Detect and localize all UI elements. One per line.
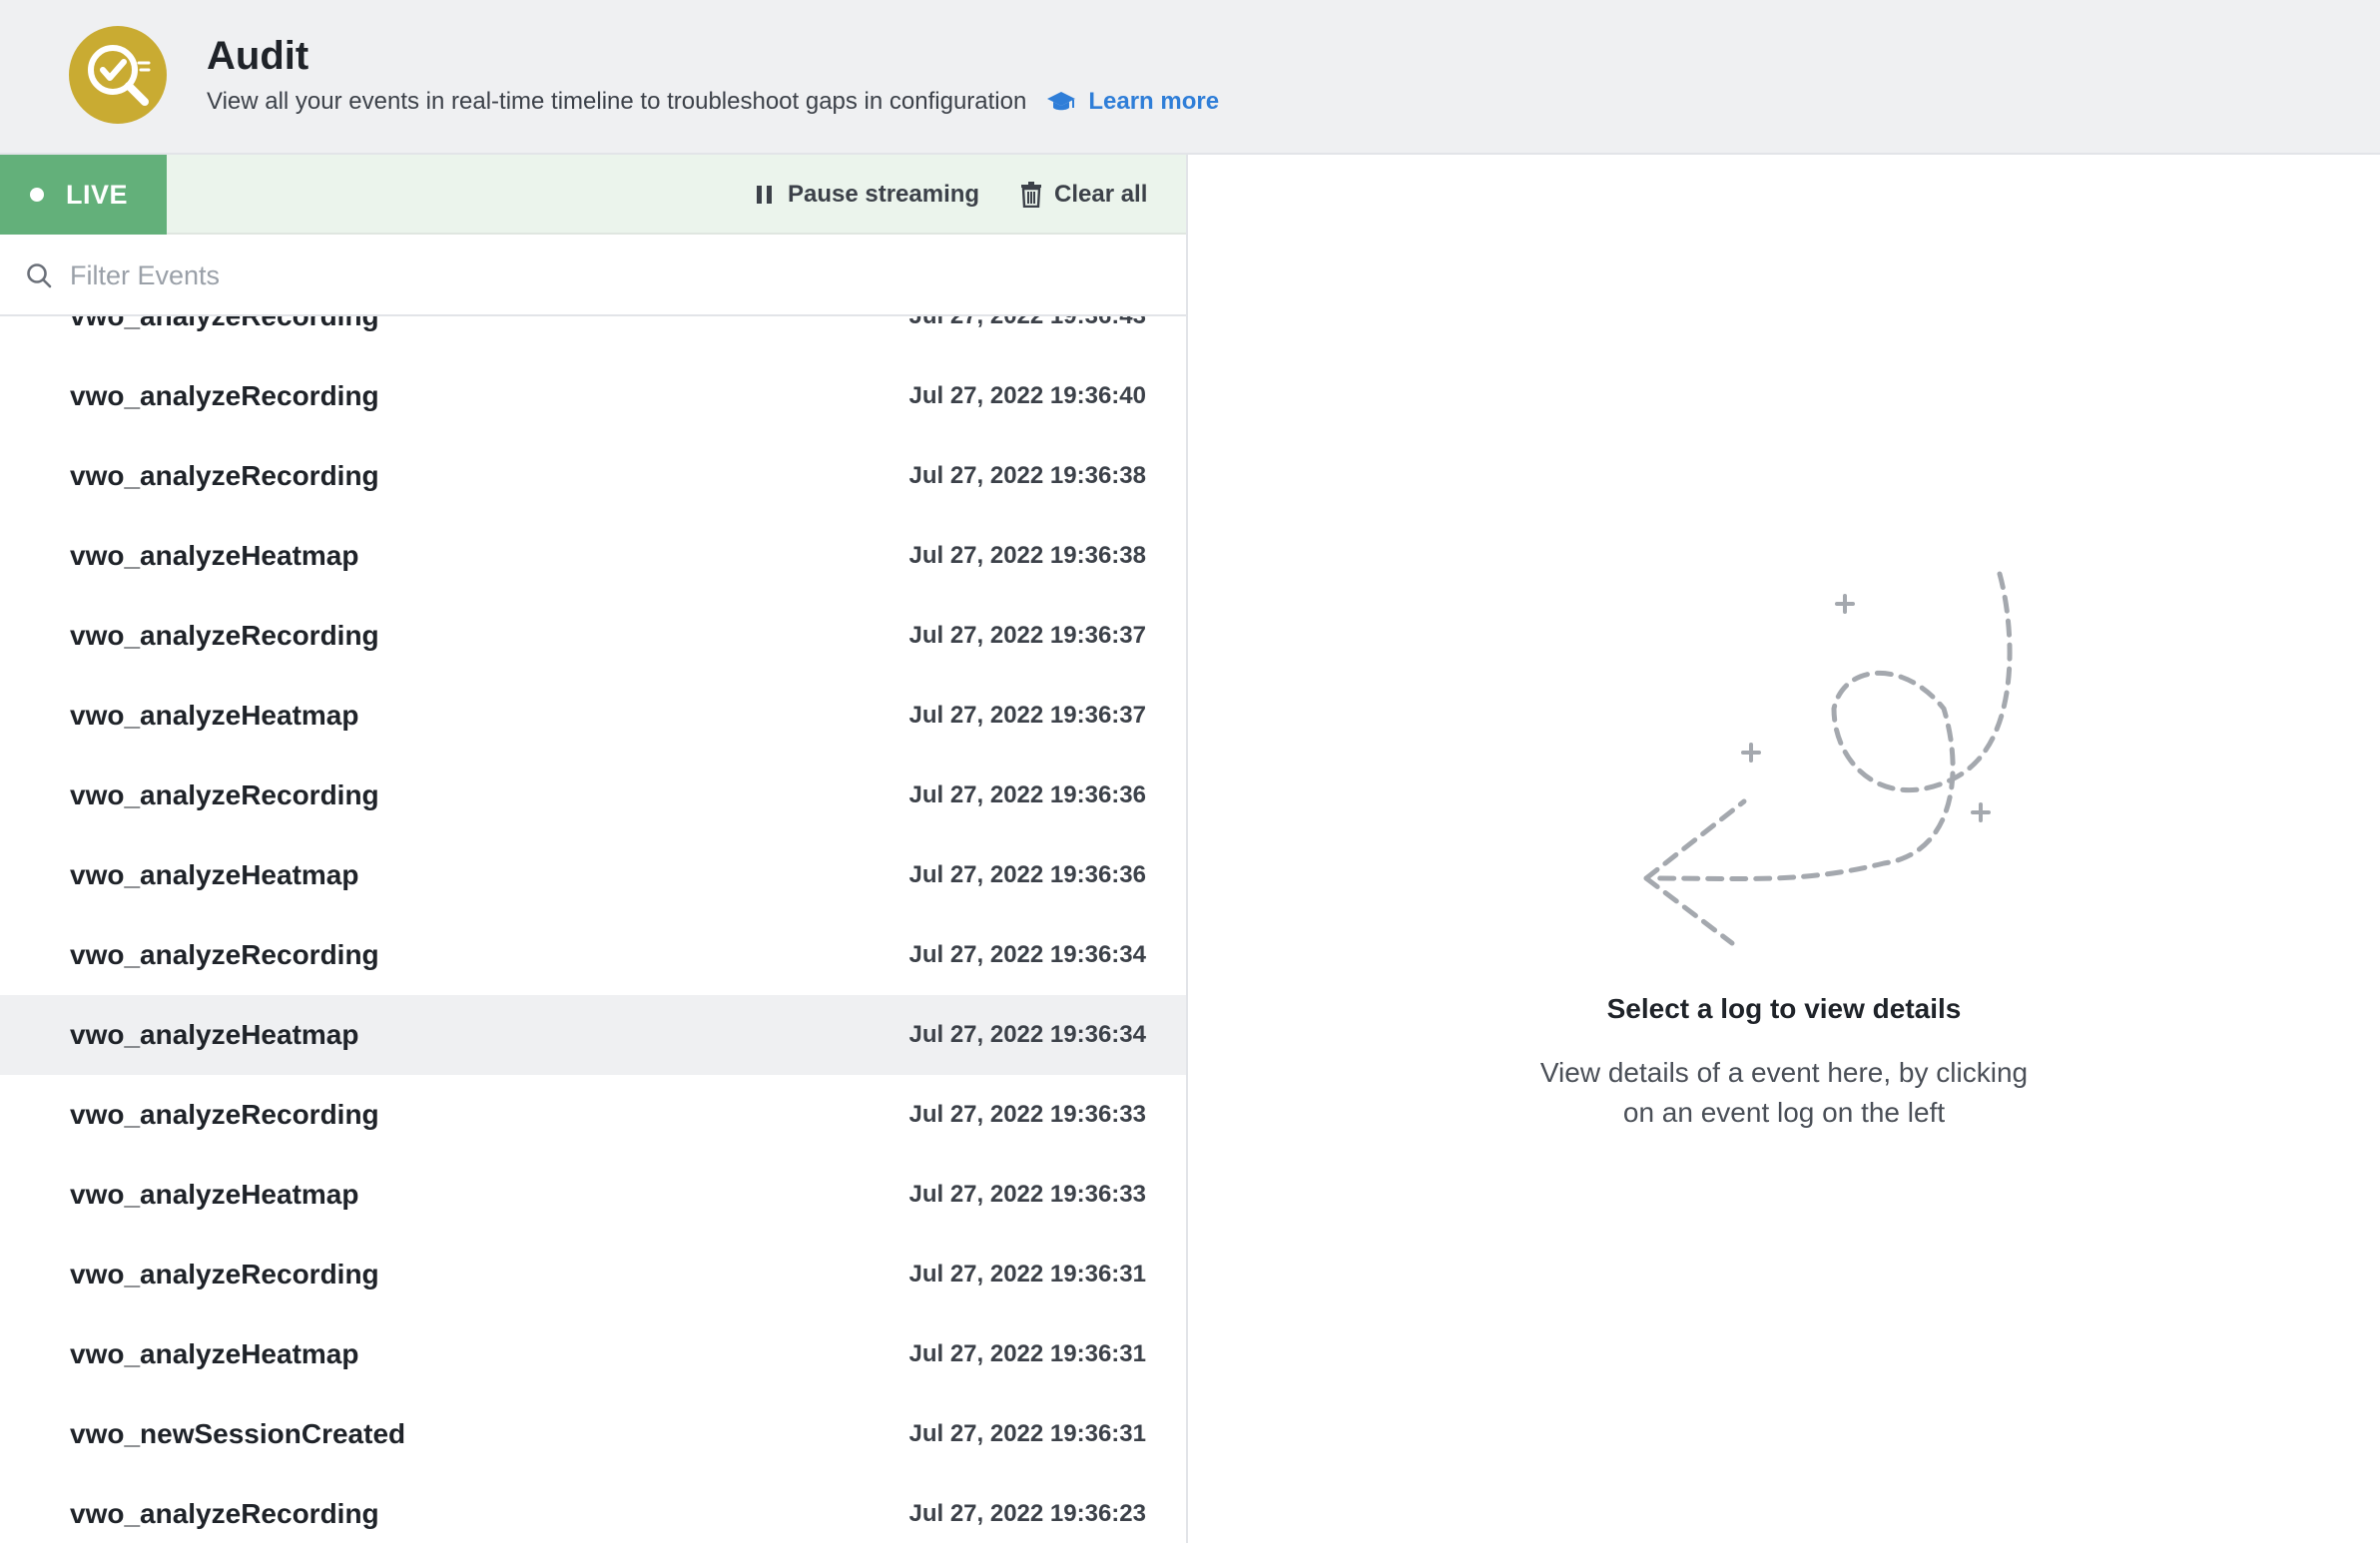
event-timestamp: Jul 27, 2022 19:36:31 [908,1261,1146,1287]
event-timestamp: Jul 27, 2022 19:36:43 [908,316,1146,330]
event-name: vwo_analyzeHeatmap [70,540,359,571]
event-name: vwo_analyzeRecording [70,460,379,491]
learn-more-link[interactable]: Learn more [1046,88,1219,116]
event-timestamp: Jul 27, 2022 19:36:40 [908,382,1146,409]
event-name: vwo_analyzeRecording [70,1099,379,1130]
event-row[interactable]: vwo_analyzeRecording Jul 27, 2022 19:36:3… [0,915,1186,995]
event-row[interactable]: vwo_analyzeHeatmap Jul 27, 2022 19:36:31 [0,1314,1186,1394]
event-timestamp: Jul 27, 2022 19:36:31 [908,1340,1146,1367]
event-list: vwo_analyzeRecording Jul 27, 2022 19:36:4… [0,316,1186,1543]
pause-icon [757,186,772,204]
event-name: vwo_analyzeRecording [70,620,379,651]
event-timestamp: Jul 27, 2022 19:36:34 [908,1021,1146,1048]
event-row[interactable]: vwo_analyzeRecording Jul 27, 2022 19:36:3… [0,1075,1186,1155]
pause-streaming-button[interactable]: Pause streaming [754,155,979,235]
event-row[interactable]: vwo_analyzeRecording Jul 27, 2022 19:36:4… [0,316,1186,356]
event-name: vwo_analyzeRecording [70,316,379,332]
event-row[interactable]: vwo_analyzeHeatmap Jul 27, 2022 19:36:37 [0,676,1186,756]
event-row[interactable]: vwo_newSessionCreated Jul 27, 2022 19:36:… [0,1394,1186,1474]
audit-logo-icon [69,26,167,124]
page-title: Audit [207,34,309,78]
event-name: vwo_analyzeHeatmap [70,1019,359,1050]
live-label: LIVE [66,179,129,210]
event-timestamp: Jul 27, 2022 19:36:37 [908,702,1146,729]
event-timestamp: Jul 27, 2022 19:36:33 [908,1181,1146,1208]
event-name: vwo_analyzeHeatmap [70,1179,359,1210]
event-row[interactable]: vwo_analyzeHeatmap Jul 27, 2022 19:36:38 [0,516,1186,596]
event-row[interactable]: vwo_analyzeRecording Jul 27, 2022 19:36:4… [0,356,1186,436]
event-row[interactable]: vwo_analyzeRecording Jul 27, 2022 19:36:3… [0,436,1186,516]
page-subtitle: View all your events in real-time timeli… [207,88,1027,115]
event-row[interactable]: vwo_analyzeHeatmap Jul 27, 2022 19:36:34 [0,995,1186,1075]
dashed-arrow-illustration-icon [1643,571,2013,946]
filter-events-input[interactable] [70,253,1148,298]
event-timestamp: Jul 27, 2022 19:36:38 [908,462,1146,489]
event-name: vwo_analyzeRecording [70,779,379,810]
graduation-cap-icon [1047,92,1076,111]
event-timestamp: Jul 27, 2022 19:36:33 [908,1101,1146,1128]
event-name: vwo_newSessionCreated [70,1418,406,1449]
event-row[interactable]: vwo_analyzeRecording Jul 27, 2022 19:36:3… [0,1235,1186,1314]
details-panel: Select a log to view details View detail… [1188,155,2380,1543]
event-log-panel: LIVE Pause streaming Clear all Filter Ev… [0,155,1188,1543]
page-header: Audit View all your events in real-time … [0,0,2380,155]
event-name: vwo_analyzeHeatmap [70,700,359,731]
event-timestamp: Jul 27, 2022 19:36:38 [908,542,1146,569]
stream-toolbar: LIVE Pause streaming Clear all [0,155,1186,235]
pause-streaming-label: Pause streaming [788,181,980,208]
event-row[interactable]: vwo_analyzeHeatmap Jul 27, 2022 19:36:33 [0,1155,1186,1235]
trash-icon [1021,182,1041,208]
event-timestamp: Jul 27, 2022 19:36:36 [908,861,1146,888]
event-row[interactable]: vwo_analyzeHeatmap Jul 27, 2022 19:36:36 [0,835,1186,915]
event-row[interactable]: vwo_analyzeRecording Jul 27, 2022 19:36:3… [0,756,1186,835]
event-name: vwo_analyzeHeatmap [70,1338,359,1369]
event-row[interactable]: vwo_analyzeRecording Jul 27, 2022 19:36:3… [0,596,1186,676]
event-name: vwo_analyzeRecording [70,1498,379,1529]
event-timestamp: Jul 27, 2022 19:36:23 [908,1500,1146,1527]
event-name: vwo_analyzeRecording [70,380,379,411]
event-timestamp: Jul 27, 2022 19:36:31 [908,1420,1146,1447]
search-icon [27,263,52,288]
event-timestamp: Jul 27, 2022 19:36:36 [908,781,1146,808]
learn-more-label: Learn more [1088,88,1220,115]
empty-state-title: Select a log to view details [1606,993,1962,1024]
event-name: vwo_analyzeRecording [70,939,379,970]
event-timestamp: Jul 27, 2022 19:36:34 [908,941,1146,968]
subtitle-row: View all your events in real-time timeli… [207,84,1219,120]
clear-all-button[interactable]: Clear all [1020,155,1147,235]
event-name: vwo_analyzeHeatmap [70,859,359,890]
filter-bar [0,235,1186,316]
live-dot-icon [30,188,44,202]
clear-all-label: Clear all [1054,181,1148,208]
live-badge: LIVE [0,155,167,235]
event-name: vwo_analyzeRecording [70,1259,379,1289]
event-timestamp: Jul 27, 2022 19:36:37 [908,622,1146,649]
event-row[interactable]: vwo_analyzeRecording Jul 27, 2022 19:36:2… [0,1474,1186,1543]
empty-state-description: View details of a event here, by clickin… [1539,1057,2029,1128]
